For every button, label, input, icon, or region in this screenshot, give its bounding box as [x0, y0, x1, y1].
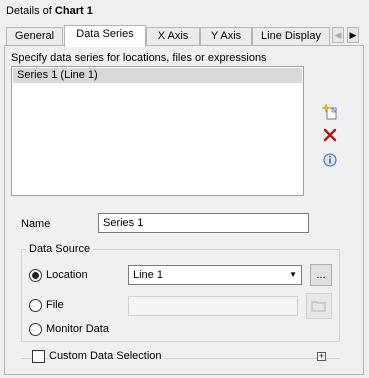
browse-location-button[interactable]: ... — [310, 264, 332, 286]
list-item[interactable]: Series 1 (Line 1) — [13, 68, 302, 83]
file-radio[interactable] — [29, 299, 42, 312]
name-input[interactable]: Series 1 — [98, 213, 309, 233]
series-instruction: Specify data series for locations, files… — [11, 52, 267, 64]
open-folder-button[interactable] — [306, 293, 332, 319]
tab-line-display[interactable]: Line Display — [252, 27, 330, 46]
name-label: Name — [21, 218, 51, 230]
expand-icon[interactable]: + — [317, 352, 326, 361]
series-list[interactable]: Series 1 (Line 1) — [11, 66, 304, 196]
location-select[interactable]: Line 1 ▼ — [128, 265, 302, 285]
window-title: Details of Chart 1 — [6, 5, 93, 17]
custom-data-selection-checkbox[interactable] — [32, 350, 45, 363]
location-label: Location — [46, 269, 88, 281]
tab-y-axis[interactable]: Y Axis — [200, 27, 252, 46]
location-radio[interactable] — [29, 269, 42, 282]
info-icon[interactable] — [321, 151, 339, 169]
tab-general[interactable]: General — [6, 27, 63, 46]
tab-scroll-right-icon[interactable]: ▶ — [347, 27, 359, 43]
custom-data-selection-label: Custom Data Selection — [49, 350, 165, 362]
tab-data-series[interactable]: Data Series — [64, 25, 146, 47]
tab-x-axis[interactable]: X Axis — [146, 27, 200, 46]
tab-bar: General Data Series X Axis Y Axis Line D… — [4, 25, 366, 47]
file-input[interactable] — [128, 296, 298, 316]
location-select-value: Line 1 — [133, 269, 163, 281]
monitor-data-label: Monitor Data — [46, 323, 109, 335]
add-series-icon[interactable] — [321, 103, 339, 121]
delete-series-icon[interactable] — [321, 126, 339, 144]
folder-icon — [311, 301, 326, 312]
data-source-title: Data Source — [26, 243, 94, 255]
tab-scroll-left-icon[interactable]: ◀ — [332, 27, 344, 43]
file-label: File — [46, 299, 64, 311]
chevron-down-icon: ▼ — [289, 270, 297, 279]
monitor-data-radio[interactable] — [29, 323, 42, 336]
